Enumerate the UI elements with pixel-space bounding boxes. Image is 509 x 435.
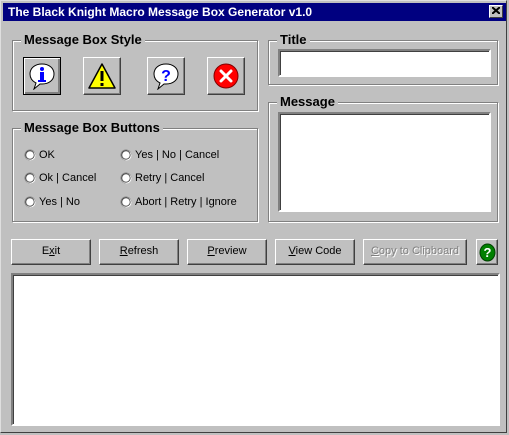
preview-label-post: review — [214, 245, 247, 257]
exit-label-post: it — [54, 245, 61, 257]
option-yes-no-cancel-label: Yes | No | Cancel — [135, 149, 220, 161]
message-input[interactable] — [278, 112, 491, 212]
message-box-buttons-group: Message Box Buttons OK Ok | Cancel Yes |… — [12, 120, 258, 222]
preview-label-accel: P — [207, 245, 215, 257]
close-button[interactable] — [489, 5, 503, 18]
option-ok-cancel-label: Ok | Cancel — [39, 172, 97, 184]
option-ok-label: OK — [39, 149, 55, 161]
radio-icon — [120, 196, 132, 208]
message-box-buttons-label: Message Box Buttons — [21, 120, 163, 136]
refresh-label-accel: R — [119, 245, 128, 257]
information-icon — [29, 63, 55, 90]
help-icon: ? — [479, 243, 496, 262]
refresh-label-post: efresh — [127, 245, 159, 257]
svg-text:?: ? — [161, 68, 171, 85]
question-icon: ? — [153, 63, 179, 90]
exclamation-style-button[interactable] — [83, 57, 121, 95]
app-window: The Black Knight Macro Message Box Gener… — [0, 0, 507, 433]
title-input[interactable] — [278, 49, 491, 77]
title-bar[interactable]: The Black Knight Macro Message Box Gener… — [3, 3, 506, 21]
radio-icon — [120, 149, 132, 161]
view-code-button[interactable]: View Code — [275, 239, 355, 265]
information-style-button[interactable] — [23, 57, 61, 95]
radio-icon — [120, 172, 132, 184]
code-output[interactable] — [11, 273, 500, 426]
message-group-label: Message — [277, 94, 338, 110]
message-box-style-label: Message Box Style — [21, 32, 145, 48]
option-yes-no-label: Yes | No — [39, 196, 80, 208]
copy-label-accel: C — [370, 245, 379, 257]
critical-style-button[interactable] — [207, 57, 245, 95]
option-abort-retry-ignore-label: Abort | Retry | Ignore — [135, 196, 237, 208]
radio-icon — [24, 149, 36, 161]
view-code-label-post: iew Code — [295, 245, 342, 257]
copy-label-post: opy to Clipboard — [378, 245, 460, 257]
message-box-style-group: Message Box Style ? — [12, 32, 258, 111]
refresh-button[interactable]: Refresh — [99, 239, 179, 265]
window-title: The Black Knight Macro Message Box Gener… — [8, 5, 313, 19]
option-retry-cancel-label: Retry | Cancel — [135, 172, 205, 184]
view-code-label-accel: V — [288, 245, 296, 257]
title-group: Title — [268, 32, 498, 85]
critical-icon — [213, 63, 239, 89]
preview-button[interactable]: Preview — [187, 239, 267, 265]
radio-icon — [24, 196, 36, 208]
svg-text:?: ? — [484, 245, 492, 260]
message-group: Message — [268, 94, 498, 222]
close-icon — [492, 7, 500, 14]
exit-button[interactable]: Exit — [11, 239, 91, 265]
copy-to-clipboard-button[interactable]: Copy to Clipboard — [363, 239, 467, 265]
title-group-label: Title — [277, 32, 310, 48]
radio-icon — [24, 172, 36, 184]
question-style-button[interactable]: ? — [147, 57, 185, 95]
exclamation-icon — [88, 63, 116, 89]
help-button[interactable]: ? — [476, 239, 498, 265]
